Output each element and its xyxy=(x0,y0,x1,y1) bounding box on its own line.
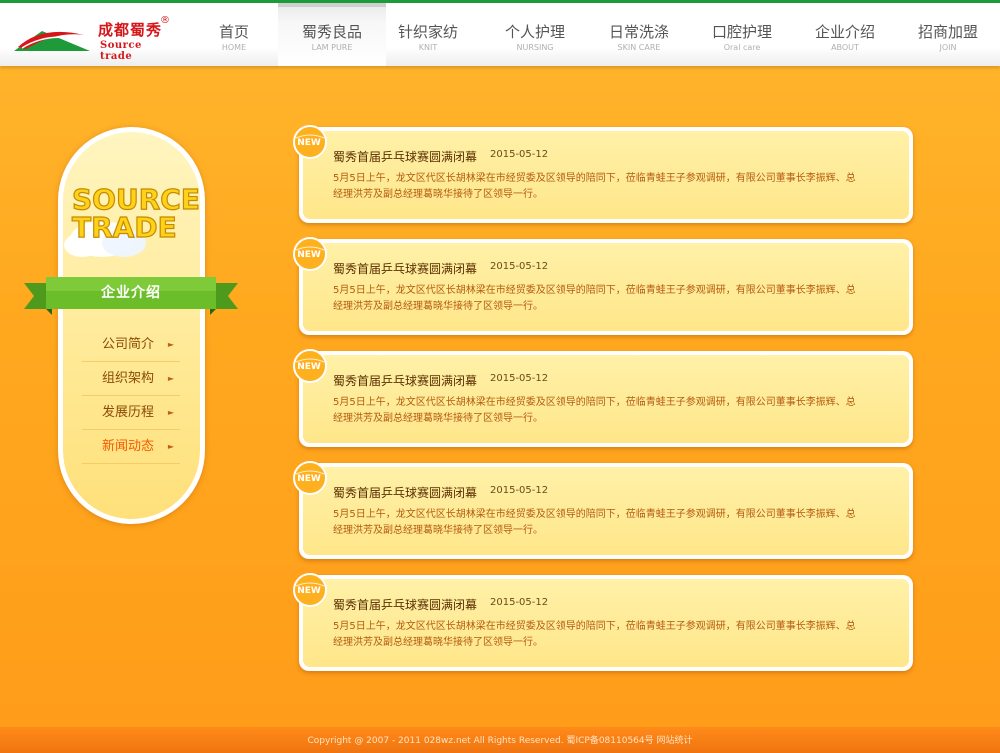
nav-label-cn: 针织家纺 xyxy=(397,23,458,41)
news-date: 2015-05-12 xyxy=(490,485,549,496)
logo-text-en: Source trade xyxy=(100,40,142,62)
nav-label-en: SKIN CARE xyxy=(617,43,661,52)
logo-swoosh-icon xyxy=(14,31,90,51)
logo-text-cn: 成都蜀秀 xyxy=(98,21,163,39)
list-item[interactable]: NEW 蜀秀首届乒乓球赛圆满闭幕 2015-05-12 5月5日上午，龙文区代区… xyxy=(292,124,916,224)
sidebar-item-history[interactable]: 发展历程 ► xyxy=(82,396,180,430)
sidebar-item-label: 组织架构 xyxy=(102,371,155,386)
list-item[interactable]: NEW 蜀秀首届乒乓球赛圆满闭幕 2015-05-12 5月5日上午，龙文区代区… xyxy=(292,572,916,672)
svg-text:NEW: NEW xyxy=(297,362,321,372)
nav-item-lam-pure[interactable]: 蜀秀良品 LAM PURE xyxy=(278,3,386,66)
section-title: 企业介绍 xyxy=(101,285,161,301)
arrow-right-icon: ► xyxy=(167,374,174,383)
new-badge-icon: NEW xyxy=(293,237,327,271)
svg-text:NEW: NEW xyxy=(297,138,321,148)
new-badge-icon: NEW xyxy=(293,461,327,495)
art-line-2: TRADE xyxy=(72,211,177,244)
news-summary: 5月5日上午，龙文区代区长胡林梁在市经贸委及区领导的陪同下，莅临青蛙王子参观调研… xyxy=(333,397,856,424)
svg-text:NEW: NEW xyxy=(297,474,321,484)
news-date: 2015-05-12 xyxy=(490,149,549,160)
nav-item-join[interactable]: 招商加盟 JOIN xyxy=(894,3,1000,66)
nav-item-about[interactable]: 企业介绍 ABOUT xyxy=(791,3,899,66)
nav-label-cn: 蜀秀良品 xyxy=(301,23,362,41)
site-logo[interactable]: 成都蜀秀 ® Source trade xyxy=(12,13,172,62)
news-title[interactable]: 蜀秀首届乒乓球赛圆满闭幕 xyxy=(333,148,477,165)
nav-label-cn: 首页 xyxy=(218,23,249,41)
nav-item-knit[interactable]: 针织家纺 KNIT xyxy=(374,3,482,66)
logo-registered-mark: ® xyxy=(160,15,170,26)
nav-label-en: HOME xyxy=(221,43,247,52)
news-summary: 5月5日上午，龙文区代区长胡林梁在市经贸委及区领导的陪同下，莅临青蛙王子参观调研… xyxy=(333,509,856,536)
sidebar-item-company-profile[interactable]: 公司简介 ► xyxy=(82,328,180,362)
new-badge-icon: NEW xyxy=(293,349,327,383)
nav-label-cn: 个人护理 xyxy=(504,23,565,41)
nav-label-en: KNIT xyxy=(418,43,438,52)
nav-label-cn: 口腔护理 xyxy=(711,23,772,41)
sidebar-item-label: 新闻动态 xyxy=(102,439,155,454)
list-item[interactable]: NEW 蜀秀首届乒乓球赛圆满闭幕 2015-05-12 5月5日上午，龙文区代区… xyxy=(292,348,916,448)
sidebar-submenu: 公司简介 ► 组织架构 ► 发展历程 ► 新闻动态 ► xyxy=(82,328,180,464)
news-title[interactable]: 蜀秀首届乒乓球赛圆满闭幕 xyxy=(333,596,477,613)
news-date: 2015-05-12 xyxy=(490,261,549,272)
nav-item-nursing[interactable]: 个人护理 NURSING xyxy=(481,3,589,66)
list-item[interactable]: NEW 蜀秀首届乒乓球赛圆满闭幕 2015-05-12 5月5日上午，龙文区代区… xyxy=(292,236,916,336)
sidebar-item-label: 公司简介 xyxy=(102,337,155,352)
svg-text:NEW: NEW xyxy=(297,586,321,596)
news-title[interactable]: 蜀秀首届乒乓球赛圆满闭幕 xyxy=(333,484,477,501)
news-title[interactable]: 蜀秀首届乒乓球赛圆满闭幕 xyxy=(333,260,477,277)
nav-label-en: ABOUT xyxy=(831,43,859,52)
list-item[interactable]: NEW 蜀秀首届乒乓球赛圆满闭幕 2015-05-12 5月5日上午，龙文区代区… xyxy=(292,460,916,560)
section-ribbon: 企业介绍 xyxy=(24,275,238,315)
nav-label-en: JOIN xyxy=(939,43,957,52)
new-badge-icon: NEW xyxy=(293,573,327,607)
sidebar-item-label: 发展历程 xyxy=(102,405,155,420)
sidebar-item-news[interactable]: 新闻动态 ► xyxy=(82,430,180,464)
nav-label-en: Oral care xyxy=(723,43,761,52)
nav-label-cn: 招商加盟 xyxy=(917,23,978,41)
news-date: 2015-05-12 xyxy=(490,373,549,384)
nav-label-cn: 企业介绍 xyxy=(814,23,875,41)
nav-label-cn: 日常洗涤 xyxy=(608,23,669,41)
news-title[interactable]: 蜀秀首届乒乓球赛圆满闭幕 xyxy=(333,372,477,389)
sidebar-panel: SOURCE TRADE xyxy=(58,127,205,524)
sidebar-item-organization[interactable]: 组织架构 ► xyxy=(82,362,180,396)
source-trade-banner: SOURCE TRADE xyxy=(64,182,201,257)
arrow-right-icon: ► xyxy=(167,442,174,451)
nav-item-oral-care[interactable]: 口腔护理 Oral care xyxy=(688,3,796,66)
arrow-right-icon: ► xyxy=(167,408,174,417)
new-badge-icon: NEW xyxy=(293,125,327,159)
nav-item-skin-care[interactable]: 日常洗涤 SKIN CARE xyxy=(585,3,693,66)
arrow-right-icon: ► xyxy=(167,340,174,349)
news-summary: 5月5日上午，龙文区代区长胡林梁在市经贸委及区领导的陪同下，莅临青蛙王子参观调研… xyxy=(333,173,856,200)
news-summary: 5月5日上午，龙文区代区长胡林梁在市经贸委及区领导的陪同下，莅临青蛙王子参观调研… xyxy=(333,285,856,312)
main-nav: 首页 HOME 蜀秀良品 LAM PURE 针织家纺 KNIT 个人护理 NUR… xyxy=(180,3,1000,66)
nav-label-en: NURSING xyxy=(516,43,554,52)
nav-item-home[interactable]: 首页 HOME xyxy=(180,3,288,66)
svg-text:NEW: NEW xyxy=(297,250,321,260)
site-header: 成都蜀秀 ® Source trade 首页 HOME 蜀秀良品 LAM PUR… xyxy=(0,0,1000,66)
site-footer: Copyright @ 2007 - 2011 028wz.net All Ri… xyxy=(0,727,1000,753)
nav-label-en: LAM PURE xyxy=(311,43,353,52)
news-summary: 5月5日上午，龙文区代区长胡林梁在市经贸委及区领导的陪同下，莅临青蛙王子参观调研… xyxy=(333,621,856,648)
news-date: 2015-05-12 xyxy=(490,597,549,608)
copyright-text: Copyright @ 2007 - 2011 028wz.net All Ri… xyxy=(307,736,693,746)
